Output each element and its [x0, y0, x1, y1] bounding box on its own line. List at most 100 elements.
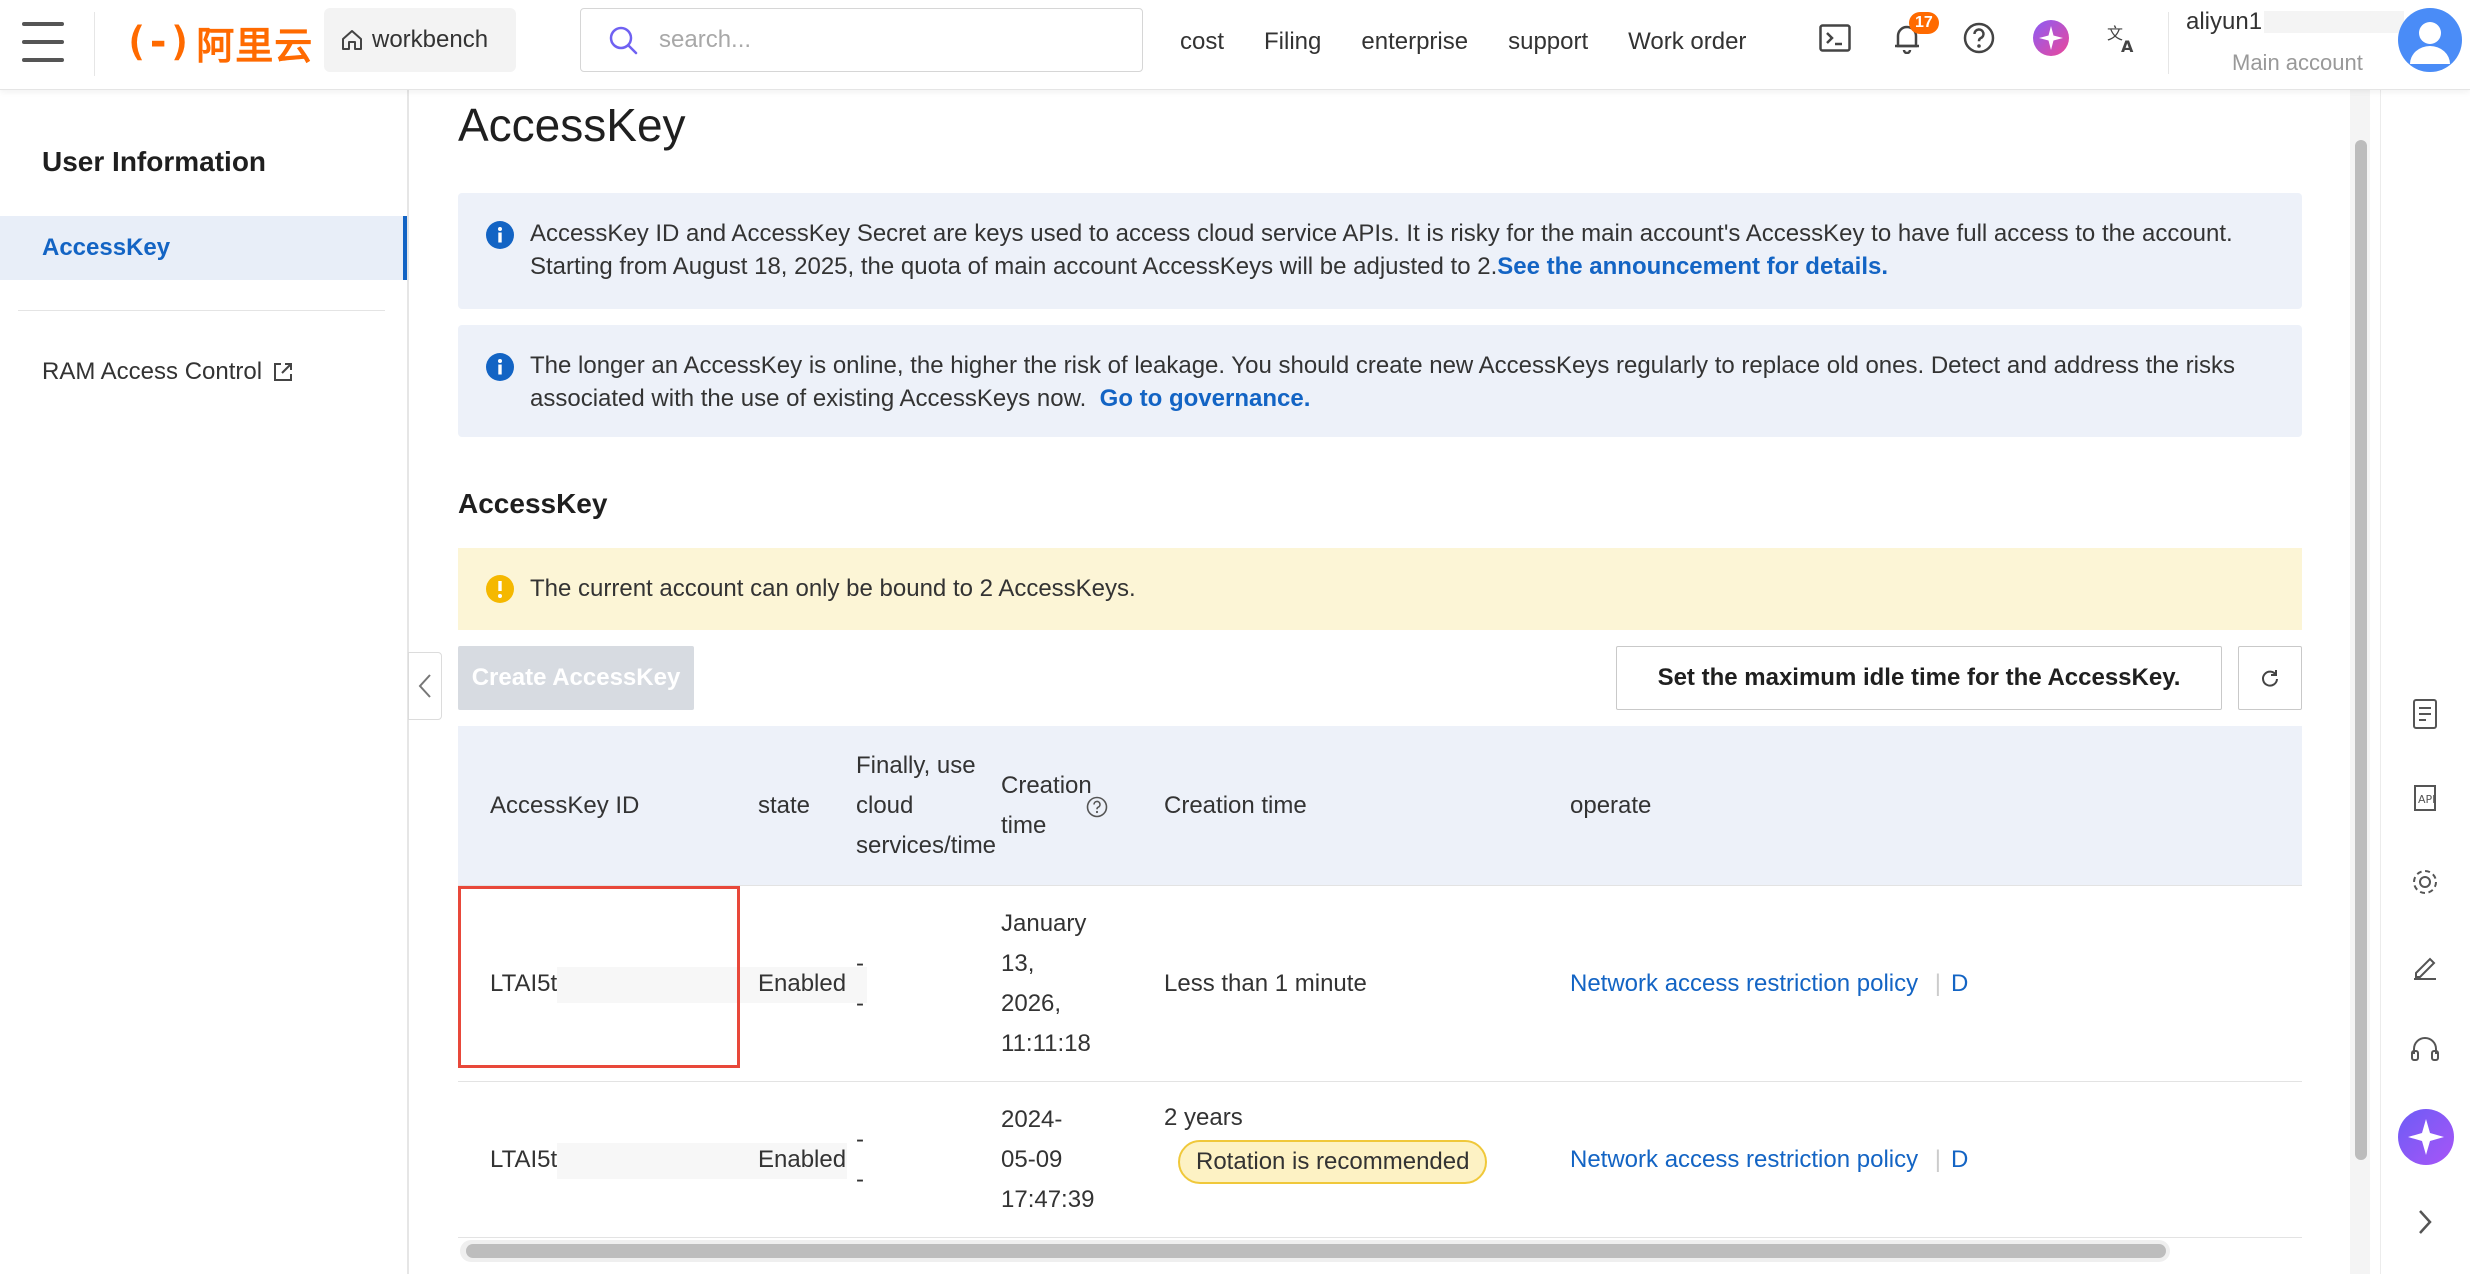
warning-text: The current account can only be bound to…: [530, 575, 1136, 602]
separator: |: [1934, 1146, 1942, 1173]
header-creation-age: Creation time: [1164, 792, 1307, 819]
create-accesskey-button[interactable]: Create AccessKey: [458, 646, 694, 710]
edit-icon[interactable]: [2403, 944, 2447, 988]
main-content: AccessKey AccessKey ID and AccessKey Sec…: [410, 90, 2350, 1274]
account-role: Main account: [2232, 50, 2363, 75]
home-icon: [342, 30, 362, 50]
sidebar-item-ram-access-control[interactable]: RAM Access Control: [42, 358, 294, 386]
created-cell: January 13, 2026, 11:11:18: [1001, 904, 1091, 1064]
language-icon[interactable]: 文A: [2103, 18, 2143, 58]
sidebar-item-label: RAM Access Control: [42, 358, 263, 385]
header-line: Creation: [1001, 772, 1092, 799]
cell-line: 11:11:18: [1001, 1030, 1091, 1057]
horizontal-scrollbar[interactable]: [460, 1240, 2170, 1262]
warning-icon: [486, 575, 514, 603]
notice-text: AccessKey ID and AccessKey Secret are ke…: [530, 220, 2233, 280]
header-line: cloud: [856, 792, 914, 819]
info-notice-governance: The longer an AccessKey is online, the h…: [458, 325, 2302, 437]
operate-cell: Network access restriction policy | D: [1570, 1140, 1968, 1180]
created-cell: 2024- 05-09 17:47:39: [1001, 1100, 1094, 1220]
refresh-button[interactable]: [2238, 646, 2302, 710]
header-accesskey-id: AccessKey ID: [490, 792, 640, 819]
cell-line: 05-09: [1001, 1146, 1063, 1173]
set-idle-time-button[interactable]: Set the maximum idle time for the Access…: [1616, 646, 2222, 710]
workbench-button[interactable]: workbench: [324, 8, 516, 72]
announcement-link[interactable]: See the announcement for details.: [1497, 253, 1888, 280]
avatar[interactable]: [2398, 8, 2462, 72]
header-line: time: [1001, 812, 1047, 839]
nav-enterprise[interactable]: enterprise: [1361, 28, 1468, 56]
header-last-use: Finally, use cloud services/time: [856, 746, 996, 866]
api-icon[interactable]: API: [2403, 776, 2447, 820]
svg-text:A: A: [2121, 37, 2134, 55]
logo-mark: (-): [124, 19, 192, 65]
divider: [94, 12, 95, 76]
info-notice-quota: AccessKey ID and AccessKey Secret are ke…: [458, 193, 2302, 309]
divider: [18, 310, 385, 311]
svg-text:API: API: [2418, 793, 2435, 806]
terminal-icon[interactable]: [1815, 18, 1855, 58]
sidebar: User Information AccessKey RAM Access Co…: [0, 90, 409, 1274]
account-menu[interactable]: aliyun1 Main account: [2186, 8, 2405, 76]
more-op-link[interactable]: D: [1951, 970, 1968, 997]
redacted-mask: [2264, 11, 2405, 33]
bell-icon[interactable]: 17: [1887, 12, 1939, 58]
external-link-icon: [274, 363, 293, 381]
notification-badge: 17: [1909, 12, 1939, 34]
aliyun-logo[interactable]: (-) 阿里云: [124, 14, 313, 70]
governance-link[interactable]: Go to governance.: [1100, 385, 1311, 412]
top-nav: cost Filing enterprise support Work orde…: [1180, 0, 1786, 84]
rotation-badge: Rotation is recommended: [1178, 1140, 1488, 1184]
nav-cost[interactable]: cost: [1180, 28, 1224, 56]
nav-filing[interactable]: Filing: [1264, 28, 1321, 56]
headset-icon[interactable]: [2403, 1028, 2447, 1072]
table-row: LTAI5t Enabled - - January 13, 2026, 11:…: [458, 886, 2302, 1082]
sidebar-item-accesskey[interactable]: AccessKey: [0, 216, 407, 280]
divider: [2168, 12, 2169, 74]
network-policy-link[interactable]: Network access restriction policy: [1570, 1146, 1918, 1173]
accesskey-id-prefix: LTAI5t: [490, 1146, 558, 1173]
table-header: AccessKey ID state Finally, use cloud se…: [458, 726, 2302, 886]
gear-icon[interactable]: [2403, 860, 2447, 904]
last-use-cell: - -: [856, 944, 864, 1024]
vertical-scrollbar[interactable]: [2350, 90, 2370, 1274]
header-line: services/time: [856, 832, 997, 859]
operate-cell: Network access restriction policy | D: [1570, 964, 1968, 1004]
section-title: AccessKey: [458, 488, 608, 519]
account-name: aliyun1: [2186, 8, 2263, 35]
search-icon: [609, 26, 638, 55]
accesskey-id-prefix: LTAI5t: [490, 970, 558, 997]
help-icon[interactable]: [1959, 18, 1999, 58]
separator: |: [1934, 970, 1942, 997]
cell-line: 17:47:39: [1001, 1186, 1095, 1213]
nav-support[interactable]: support: [1508, 28, 1588, 56]
collapse-sidebar-button[interactable]: [408, 652, 442, 720]
network-policy-link[interactable]: Network access restriction policy: [1570, 970, 1918, 997]
ai-assistant-icon[interactable]: [2397, 1108, 2455, 1166]
search-box[interactable]: [580, 8, 1143, 72]
cell-line: 2026,: [1001, 990, 1062, 1017]
accesskey-table: AccessKey ID state Finally, use cloud se…: [458, 726, 2302, 1266]
ai-assistant-icon[interactable]: [2031, 18, 2071, 58]
cell-line: 13,: [1001, 950, 1035, 977]
more-op-link[interactable]: D: [1951, 1146, 1968, 1173]
header-operate: operate: [1570, 792, 1652, 819]
top-icons: 17 文A: [1815, 12, 2175, 58]
chevron-right-icon[interactable]: [2403, 1200, 2447, 1244]
cell-line: -: [856, 1126, 864, 1153]
notice-text: The longer an AccessKey is online, the h…: [530, 352, 2235, 412]
document-icon[interactable]: [2403, 692, 2447, 736]
scroll-thumb[interactable]: [466, 1244, 2166, 1258]
right-rail: API: [2380, 90, 2470, 1274]
last-use-cell: - -: [856, 1120, 864, 1200]
search-input[interactable]: [659, 26, 1099, 54]
cell-line: -: [856, 950, 864, 977]
cell-line: 2024-: [1001, 1106, 1063, 1133]
top-bar: (-) 阿里云 workbench cost Filing enterprise…: [0, 0, 2470, 90]
scroll-thumb[interactable]: [2355, 140, 2367, 1160]
age-text: 2 years: [1164, 1104, 1243, 1131]
menu-icon[interactable]: [22, 22, 64, 62]
state-cell: Enabled: [758, 1146, 847, 1173]
chevron-left-icon: [418, 674, 431, 698]
nav-work-order[interactable]: Work order: [1628, 28, 1746, 56]
